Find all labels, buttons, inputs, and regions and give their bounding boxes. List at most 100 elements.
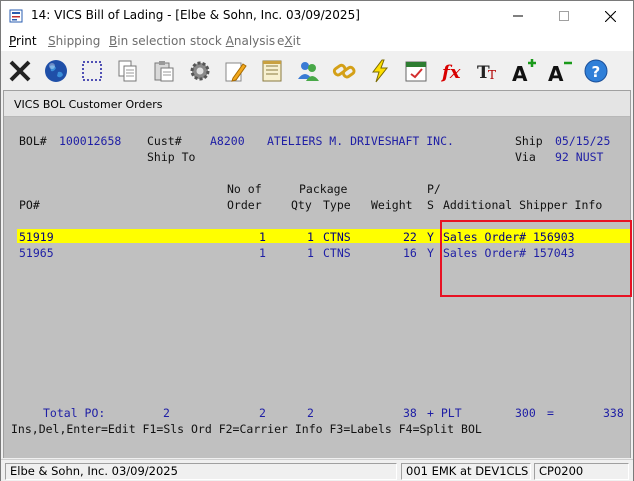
svg-text:fx: fx [440, 62, 461, 83]
function-button[interactable]: fx [436, 55, 468, 87]
menu-stock-analysis[interactable]: stock Analysis [190, 34, 275, 48]
window-title: 14: VICS Bill of Lading - [Elbe & Sohn, … [31, 8, 360, 22]
col-additional-info: Additional Shipper Info [443, 198, 603, 212]
close-button[interactable] [587, 1, 633, 31]
status-program: CP0200 [534, 463, 629, 480]
col-qty: Qty [291, 198, 312, 212]
menu-shipping[interactable]: Shipping [48, 34, 100, 48]
col-type: Type [323, 198, 351, 212]
row-order: 1 [259, 230, 266, 244]
col-po: PO# [19, 198, 40, 212]
paste-button[interactable] [148, 55, 180, 87]
row-type: CTNS [323, 230, 351, 244]
users-button[interactable] [292, 55, 324, 87]
row-weight: 16 [403, 246, 417, 260]
total-weight: 38 [403, 406, 417, 420]
paste-icon [154, 61, 174, 82]
edit-icon [225, 62, 247, 82]
globe-icon [45, 60, 67, 82]
annotation-highlight-box [440, 220, 632, 297]
menu-print[interactable]: Print [9, 34, 37, 48]
maximize-icon [559, 11, 569, 21]
font-button[interactable]: TT [472, 55, 504, 87]
total-orders: 2 [259, 406, 266, 420]
function-key-help: Ins,Del,Enter=Edit F1=Sls Ord F2=Carrier… [11, 422, 482, 436]
copy-button[interactable] [112, 55, 144, 87]
application-window: 14: VICS Bill of Lading - [Elbe & Sohn, … [0, 0, 634, 481]
total-po-count: 2 [163, 406, 170, 420]
row-order: 1 [259, 246, 266, 260]
function-icon: fx [440, 62, 461, 83]
menu-bar: Print Shipping Bin selection stock Analy… [1, 31, 633, 51]
close-icon [604, 10, 616, 22]
minimize-icon [513, 15, 523, 17]
svg-text:?: ? [592, 63, 601, 81]
cust-number: A8200 [210, 134, 245, 148]
cancel-button[interactable] [4, 55, 36, 87]
row-ps: Y [427, 230, 434, 244]
total-plt: 300 [515, 406, 536, 420]
ship-to-label: Ship To [147, 150, 196, 164]
total-po-label: Total PO: [43, 406, 106, 420]
lightning-icon [372, 59, 389, 83]
ship-label: Ship [515, 134, 543, 148]
help-button[interactable]: ? [580, 55, 612, 87]
edit-button[interactable] [220, 55, 252, 87]
child-title-bar: VICS BOL Customer Orders [4, 91, 630, 117]
cust-label: Cust# [147, 134, 182, 148]
col-package: Package [299, 182, 348, 196]
ship-date: 05/15/25 [555, 134, 611, 148]
bol-customer-orders-window: VICS BOL Customer Orders BOL# 100012658 … [3, 90, 632, 458]
bol-number: 100012658 [59, 134, 122, 148]
calendar-button[interactable] [400, 55, 432, 87]
grand-total: 338 [603, 406, 624, 420]
settings-icon [190, 61, 210, 81]
zoom-in-icon: A [512, 59, 536, 84]
zoom-out-icon: A [548, 61, 572, 84]
toolbar: fx TT A A ? [1, 52, 633, 90]
col-weight: Weight [371, 198, 413, 212]
font-icon: TT [477, 63, 496, 83]
total-qty: 2 [307, 406, 314, 420]
row-po: 51919 [19, 230, 54, 244]
zoom-out-button[interactable]: A [544, 55, 576, 87]
col-no-of: No of [227, 182, 262, 196]
via-value: 92 NUST [555, 150, 604, 164]
link-button[interactable] [328, 55, 360, 87]
lightning-button[interactable] [364, 55, 396, 87]
row-qty: 1 [307, 230, 314, 244]
svg-text:A: A [512, 62, 528, 84]
svg-text:A: A [548, 62, 564, 84]
col-ps-top: P/ [427, 182, 441, 196]
notes-button[interactable] [256, 55, 288, 87]
via-label: Via [515, 150, 536, 164]
terminal-screen: BOL# 100012658 Cust# A8200 ATELIERS M. D… [4, 118, 632, 458]
status-user: 001 EMK at DEV1CLS [401, 463, 531, 480]
total-plus-plt: + PLT [427, 406, 462, 420]
cancel-icon [9, 60, 31, 82]
minimize-button[interactable] [495, 1, 541, 31]
calendar-icon [405, 61, 427, 82]
zoom-in-button[interactable]: A [508, 55, 540, 87]
row-weight: 22 [403, 230, 417, 244]
menu-exit[interactable]: eXit [277, 34, 301, 48]
status-bar: Elbe & Sohn, Inc. 03/09/2025 001 EMK at … [1, 459, 633, 481]
row-ps: Y [427, 246, 434, 260]
select-icon [82, 61, 102, 81]
copy-icon [118, 60, 137, 82]
row-type: CTNS [323, 246, 351, 260]
svg-text:T: T [488, 68, 496, 82]
globe-button[interactable] [40, 55, 72, 87]
notes-icon [262, 60, 282, 82]
settings-button[interactable] [184, 55, 216, 87]
select-button[interactable] [76, 55, 108, 87]
maximize-button[interactable] [541, 1, 587, 31]
row-qty: 1 [307, 246, 314, 260]
menu-bin-selection[interactable]: Bin selection [109, 34, 186, 48]
col-order: Order [227, 198, 262, 212]
row-po: 51965 [19, 246, 54, 260]
users-icon [298, 62, 319, 81]
customer-name: ATELIERS M. DRIVESHAFT INC. [267, 134, 454, 148]
status-company: Elbe & Sohn, Inc. 03/09/2025 [5, 463, 397, 480]
link-icon [332, 63, 356, 79]
